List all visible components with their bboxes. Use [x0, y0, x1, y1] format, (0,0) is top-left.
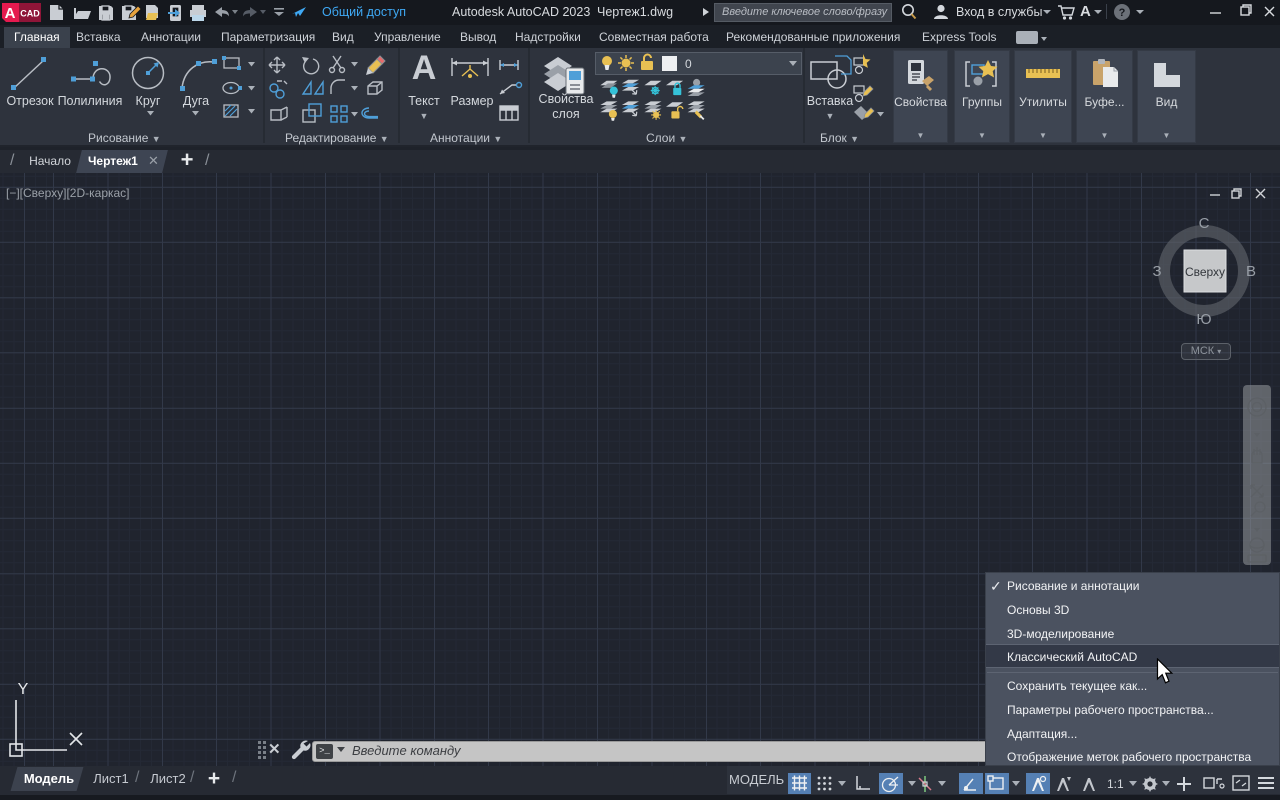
svg-text:1:1: 1:1	[1107, 777, 1124, 791]
svg-text:Сверху: Сверху	[1185, 265, 1225, 279]
svg-text:З: З	[1152, 263, 1161, 280]
svg-text:В: В	[1246, 263, 1256, 280]
svg-text:С: С	[1199, 215, 1210, 232]
svg-text:Ю: Ю	[1196, 311, 1211, 328]
svg-text:0: 0	[685, 57, 692, 71]
svg-text:CAD: CAD	[20, 9, 40, 19]
svg-text:Y: Y	[18, 681, 29, 698]
svg-text:?: ?	[1119, 7, 1126, 19]
svg-text:A: A	[5, 5, 16, 22]
